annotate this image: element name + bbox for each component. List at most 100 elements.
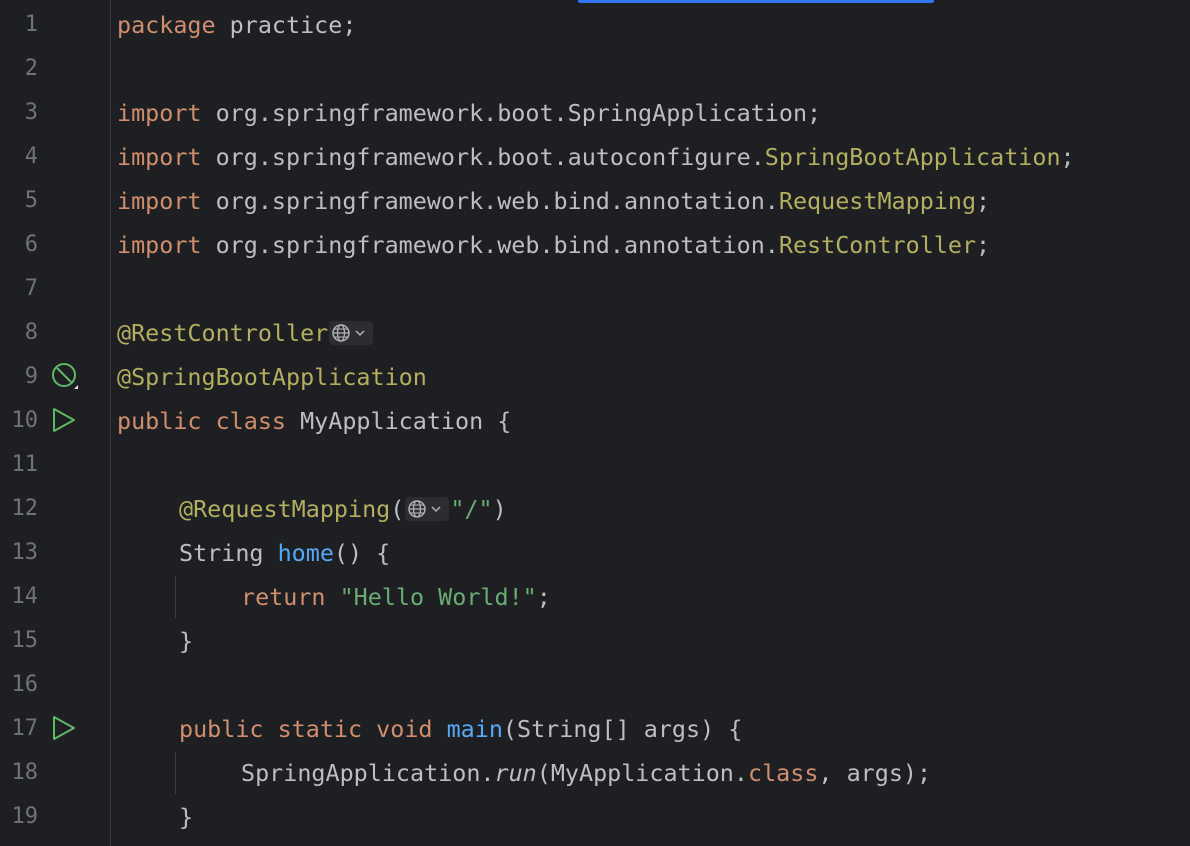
code-line[interactable]: 7	[0, 267, 1190, 311]
code-text: (String[] args) {	[502, 715, 743, 743]
keyword: import	[117, 187, 202, 215]
code-line[interactable]: 8 @RestController	[0, 311, 1190, 355]
code-line[interactable]: 6 import org.springframework.web.bind.an…	[0, 223, 1190, 267]
class-declaration: MyApplication {	[286, 407, 512, 435]
code-line[interactable]: 13 String home() {	[0, 531, 1190, 575]
line-number: 17	[11, 716, 39, 741]
code-line[interactable]: 1 package practice;	[0, 3, 1190, 47]
code-line[interactable]: 12 @RequestMapping( "/")	[0, 487, 1190, 531]
annotation-class[interactable]: SpringBootApplication	[765, 143, 1061, 171]
line-code[interactable]: import org.springframework.web.bind.anno…	[117, 186, 990, 216]
keyword: public static void	[179, 715, 433, 743]
line-number: 2	[24, 56, 38, 81]
import-path: org.springframework.boot.SpringApplicati…	[201, 99, 822, 127]
code-editor[interactable]: 1 package practice; 2 3 import org.sprin…	[0, 0, 1190, 846]
code-line[interactable]: 16	[0, 663, 1190, 707]
import-path: org.springframework.web.bind.annotation.	[201, 187, 779, 215]
line-number: 4	[24, 144, 38, 169]
keyword: import	[117, 143, 202, 171]
keyword: package	[117, 11, 216, 39]
line-code[interactable]: @SpringBootApplication	[117, 362, 427, 392]
line-number: 13	[11, 540, 39, 565]
line-code[interactable]: import org.springframework.boot.SpringAp…	[117, 98, 821, 128]
line-code[interactable]: return "Hello World!";	[241, 582, 551, 612]
line-number: 15	[11, 628, 39, 653]
code-text: (MyApplication.	[536, 759, 748, 787]
line-number: 18	[11, 760, 39, 785]
line-number: 1	[24, 12, 38, 37]
semicolon: ;	[536, 583, 551, 611]
code-line[interactable]: 15 }	[0, 619, 1190, 663]
line-code[interactable]: }	[179, 626, 193, 656]
return-type: String	[179, 539, 278, 567]
line-code[interactable]: SpringApplication.run(MyApplication.clas…	[241, 758, 931, 788]
code-text: SpringApplication.	[241, 759, 495, 787]
globe-endpoint-icon[interactable]	[329, 321, 374, 345]
line-number: 8	[24, 320, 38, 345]
line-code[interactable]: public class MyApplication {	[117, 406, 511, 436]
keyword: import	[117, 231, 202, 259]
code-text: practice;	[215, 11, 357, 39]
string-literal: "/"	[450, 495, 493, 523]
code-text: , args);	[818, 759, 932, 787]
annotation[interactable]: @RequestMapping	[179, 495, 390, 523]
code-line[interactable]: 18 SpringApplication.run(MyApplication.c…	[0, 751, 1190, 795]
closing-brace: }	[179, 803, 194, 831]
line-code[interactable]: import org.springframework.boot.autoconf…	[117, 142, 1075, 172]
code-line[interactable]: 10 public class MyApplication {	[0, 399, 1190, 443]
line-code[interactable]: @RequestMapping( "/")	[179, 494, 507, 524]
line-code[interactable]: package practice;	[117, 10, 356, 40]
annotation-class[interactable]: RestController	[779, 231, 976, 259]
code-line[interactable]: 19 }	[0, 795, 1190, 839]
code-text: () {	[333, 539, 391, 567]
globe-endpoint-icon[interactable]	[405, 497, 450, 521]
closing-brace: }	[179, 627, 194, 655]
code-line[interactable]: 3 import org.springframework.boot.Spring…	[0, 91, 1190, 135]
line-number: 6	[24, 232, 38, 257]
import-path: org.springframework.web.bind.annotation.	[201, 231, 779, 259]
code-line[interactable]: 4 import org.springframework.boot.autoco…	[0, 135, 1190, 179]
import-path: org.springframework.boot.autoconfigure.	[201, 143, 765, 171]
run-icon[interactable]	[50, 713, 80, 743]
line-code[interactable]: }	[179, 802, 193, 832]
line-number: 10	[11, 408, 39, 433]
annotation-class[interactable]: RequestMapping	[779, 187, 976, 215]
annotation[interactable]: @SpringBootApplication	[117, 363, 427, 391]
line-number: 9	[24, 364, 38, 389]
code-line[interactable]: 5 import org.springframework.web.bind.an…	[0, 179, 1190, 223]
line-number: 7	[24, 276, 38, 301]
keyword: import	[117, 99, 202, 127]
method-name[interactable]: main	[447, 715, 503, 743]
line-code[interactable]: String home() {	[179, 538, 390, 568]
code-line[interactable]: 14 return "Hello World!";	[0, 575, 1190, 619]
keyword: public class	[117, 407, 286, 435]
spring-bean-icon[interactable]	[50, 361, 80, 391]
semicolon: ;	[976, 231, 991, 259]
static-method-call[interactable]: run	[494, 759, 536, 787]
paren: (	[390, 495, 405, 523]
line-number: 12	[11, 496, 39, 521]
code-line[interactable]: 2	[0, 47, 1190, 91]
string-literal: "Hello World!"	[339, 583, 537, 611]
semicolon: ;	[1060, 143, 1075, 171]
line-number: 19	[11, 804, 39, 829]
run-icon[interactable]	[50, 405, 80, 435]
code-line[interactable]: 11	[0, 443, 1190, 487]
semicolon: ;	[976, 187, 991, 215]
line-code[interactable]: import org.springframework.web.bind.anno…	[117, 230, 990, 260]
keyword: class	[747, 759, 819, 787]
method-name[interactable]: home	[278, 539, 334, 567]
line-number: 16	[11, 672, 39, 697]
paren: )	[492, 495, 507, 523]
code-line[interactable]: 9 @SpringBootApplication	[0, 355, 1190, 399]
line-code[interactable]: public static void main(String[] args) {	[179, 714, 742, 744]
line-number: 3	[24, 100, 38, 125]
line-number: 11	[11, 452, 39, 477]
line-number: 14	[11, 584, 39, 609]
annotation[interactable]: @RestController	[117, 319, 328, 347]
line-code[interactable]: @RestController	[117, 318, 374, 348]
line-number: 5	[24, 188, 38, 213]
code-line[interactable]: 17 public static void main(String[] args…	[0, 707, 1190, 751]
